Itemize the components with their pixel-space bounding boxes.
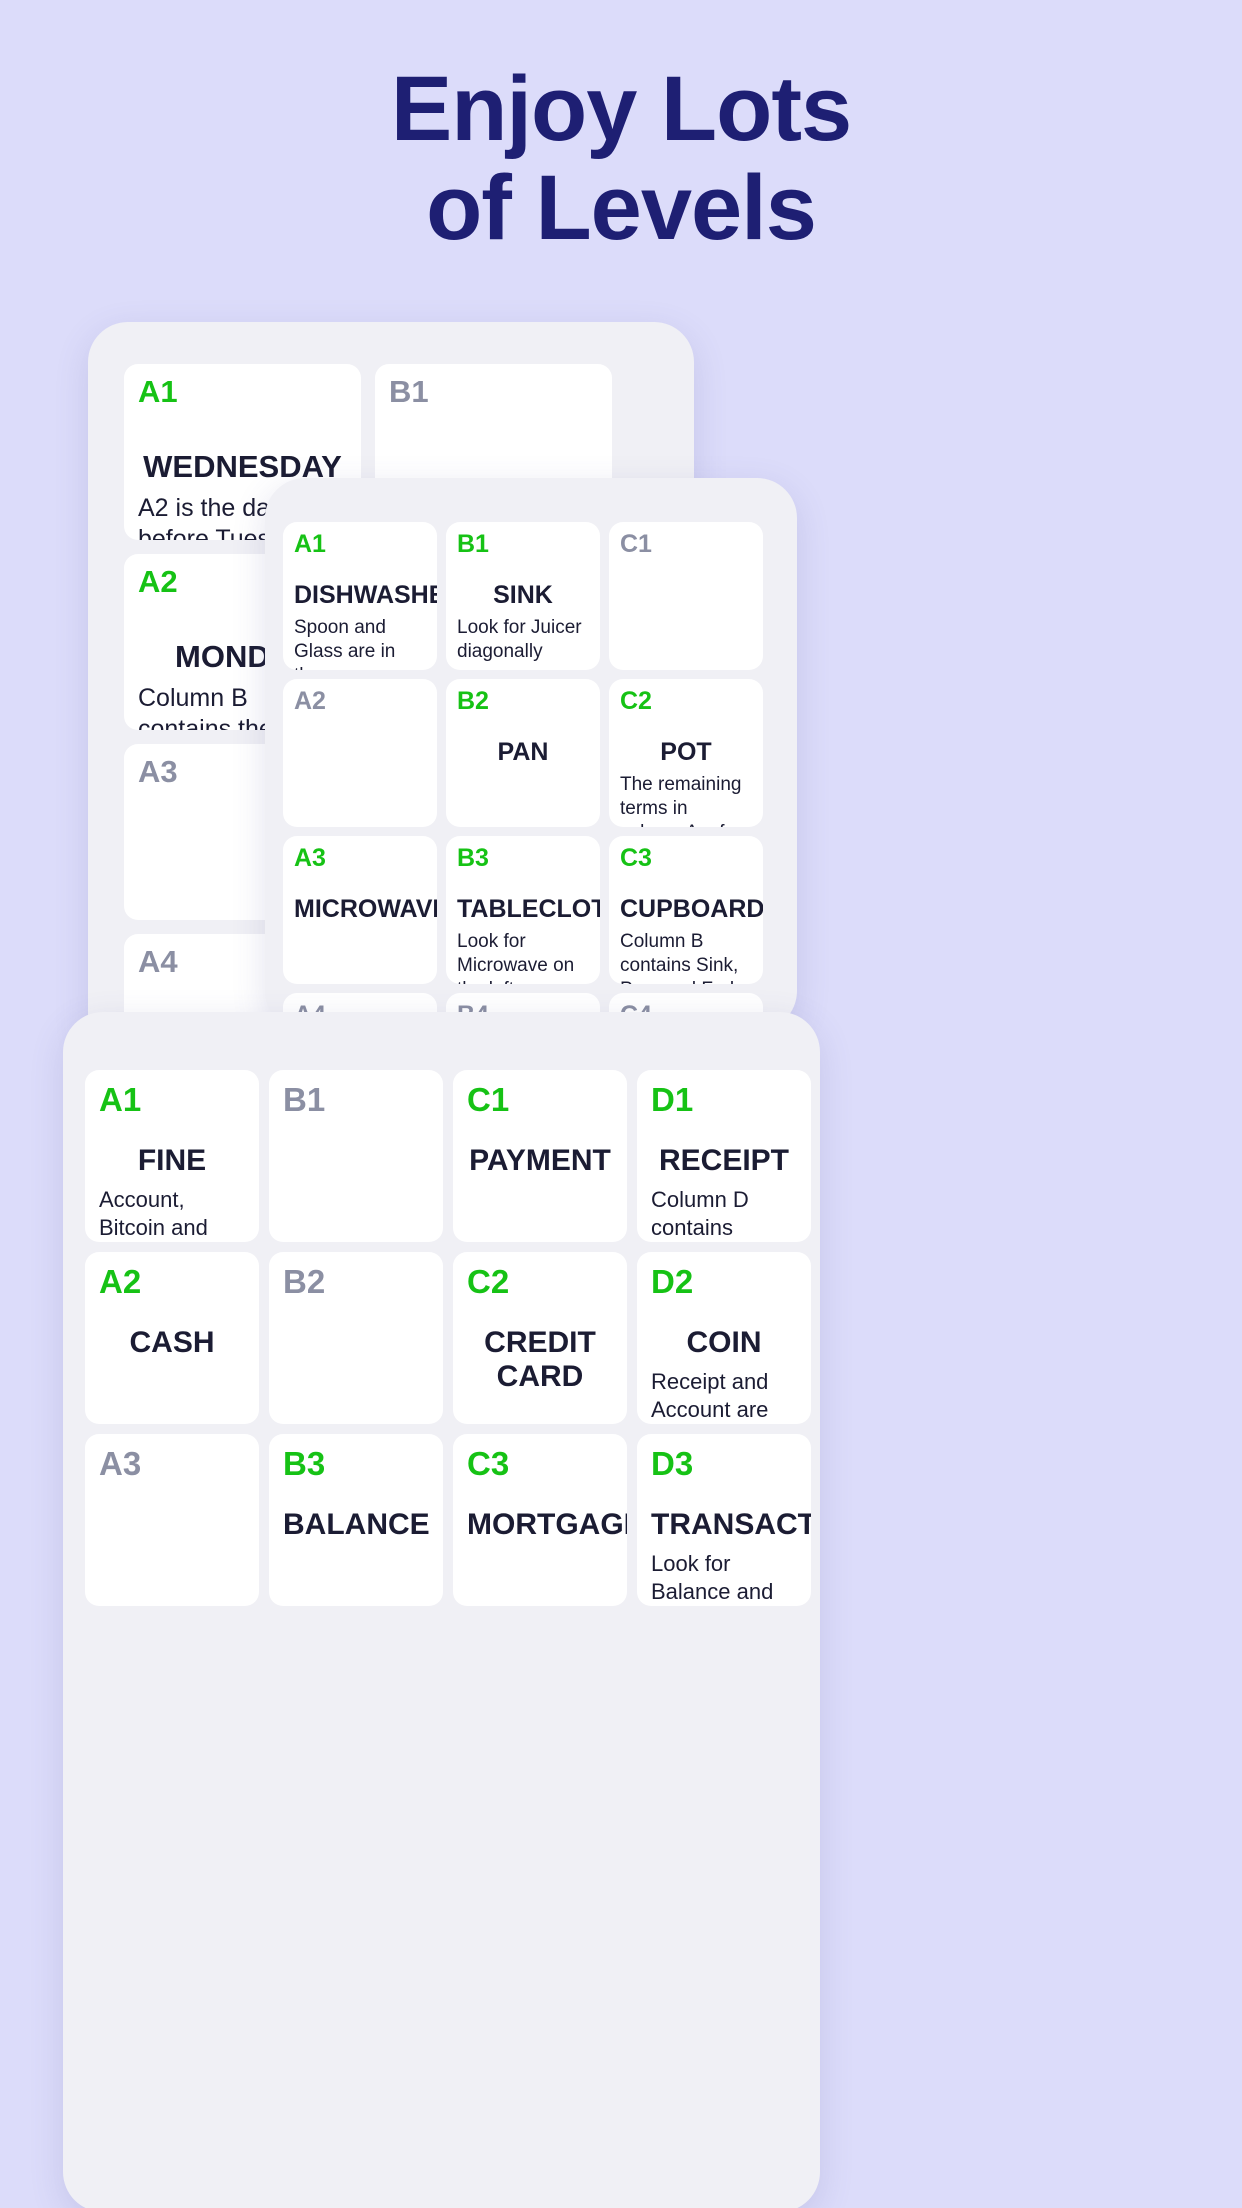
puzzle-cell-a2[interactable]: A2 CASH xyxy=(85,1252,259,1424)
puzzle-cell-d2[interactable]: D2 COIN Receipt and Account are somewhere … xyxy=(637,1252,811,1424)
cell-ref-label: A2 xyxy=(294,687,326,715)
puzzle-cell-b1[interactable]: B1 SINK Look for Juicer diagonally xyxy=(446,522,600,670)
puzzle-cell-d3[interactable]: D3 TRANSACTION Look for Balance and Barter… xyxy=(637,1434,811,1606)
cell-answer-word: PAN xyxy=(497,738,549,766)
cell-ref-label: A1 xyxy=(138,374,178,409)
cell-answer-word: PAYMENT xyxy=(469,1144,611,1177)
puzzle-cell-b2[interactable]: B2 xyxy=(269,1252,443,1424)
cell-answer-word: TABLECLOTH xyxy=(457,895,600,923)
cell-ref-label: B3 xyxy=(283,1445,326,1482)
cell-ref-label: B3 xyxy=(457,844,489,872)
cell-ref-label: A3 xyxy=(294,844,326,872)
cell-ref-label: B2 xyxy=(457,687,489,715)
cell-ref-label: C2 xyxy=(620,687,652,715)
cell-ref-label: C1 xyxy=(467,1081,510,1118)
page-title-line-1: Enjoy Lots xyxy=(390,58,852,160)
page-title: Enjoy Lots of Levels xyxy=(0,58,1242,260)
cell-ref-label: A2 xyxy=(99,1263,142,1300)
cell-hint-text: Receipt and Account are somewhere above … xyxy=(651,1369,769,1422)
puzzle-cell-a3[interactable]: A3 MICROWAVE xyxy=(283,836,437,984)
puzzle-cell-c1[interactable]: C1 xyxy=(609,522,763,670)
puzzle-grid-kitchen: A1 DISHWASHER Spoon and Glass are in the s… xyxy=(265,478,797,1031)
cell-answer-word: COIN xyxy=(686,1326,762,1359)
puzzle-cell-b1[interactable]: B1 xyxy=(269,1070,443,1242)
cell-answer-word: POT xyxy=(660,738,712,766)
cell-hint-text: Look for Balance and Barter in this row xyxy=(651,1551,774,1604)
cell-answer-word: FINE xyxy=(137,1144,207,1177)
cell-ref-label: B1 xyxy=(457,530,489,558)
puzzle-cell-b3[interactable]: B3 TABLECLOTH Look for Microwave on the le… xyxy=(446,836,600,984)
cell-answer-word: MORTGAGE xyxy=(467,1508,627,1541)
cell-answer-word: MICROWAVE xyxy=(294,895,437,923)
cell-ref-label: A3 xyxy=(99,1445,142,1482)
puzzle-cell-a1[interactable]: A1 FINE Account, Bitcoin and Broke are loc… xyxy=(85,1070,259,1242)
cell-ref-label: C3 xyxy=(467,1445,510,1482)
puzzle-cell-c1[interactable]: C1 PAYMENT xyxy=(453,1070,627,1242)
cell-answer-word: SINK xyxy=(493,581,553,609)
cell-ref-label: B2 xyxy=(283,1263,326,1300)
cell-hint-text: Account, Bitcoin and Broke are located d… xyxy=(99,1187,208,1240)
cell-hint-text: Column D contains Transaction xyxy=(651,1187,749,1240)
cell-answer-word: DISHWASHER xyxy=(294,581,437,609)
cell-answer-word: BALANCE xyxy=(283,1508,430,1541)
cell-ref-label: D2 xyxy=(651,1263,694,1300)
puzzle-cell-a2[interactable]: A2 xyxy=(283,679,437,827)
cell-ref-label: A1 xyxy=(99,1081,142,1118)
cell-ref-label: C2 xyxy=(467,1263,510,1300)
puzzle-cell-c2[interactable]: C2 POT The remaining terms in column A ref… xyxy=(609,679,763,827)
cell-ref-label: D1 xyxy=(651,1081,694,1118)
cell-hint-text: Column B contains Sink, Pan, and Fork xyxy=(620,931,739,984)
puzzle-cell-d1[interactable]: D1 RECEIPT Column D contains Transaction xyxy=(637,1070,811,1242)
puzzle-cell-a3[interactable]: A3 xyxy=(85,1434,259,1606)
cell-ref-label: C3 xyxy=(620,844,652,872)
cell-answer-word: TRANSACTION xyxy=(651,1508,811,1541)
puzzle-cell-b3[interactable]: B3 BALANCE xyxy=(269,1434,443,1606)
cell-answer-word: CREDIT CARD xyxy=(484,1326,596,1393)
cell-ref-label: B1 xyxy=(389,374,429,409)
cell-answer-word: CUPBOARD xyxy=(620,895,763,923)
cell-hint-text: Look for Microwave on the left xyxy=(457,931,575,984)
cell-ref-label: A1 xyxy=(294,530,326,558)
page-title-line-2: of Levels xyxy=(426,157,817,260)
cell-answer-word: RECEIPT xyxy=(658,1144,790,1177)
puzzle-cell-c3[interactable]: C3 CUPBOARD Column B contains Sink, Pan, a… xyxy=(609,836,763,984)
puzzle-grid-finance: A1 FINE Account, Bitcoin and Broke are loc… xyxy=(63,1012,820,1606)
level-card-kitchen[interactable]: A1 DISHWASHER Spoon and Glass are in the s… xyxy=(265,478,797,1031)
puzzle-cell-c2[interactable]: C2 CREDIT CARD xyxy=(453,1252,627,1424)
cell-ref-label: C1 xyxy=(620,530,652,558)
cell-ref-label: B1 xyxy=(283,1081,326,1118)
cell-hint-text: The remaining terms in column A refer to… xyxy=(620,774,742,827)
cell-answer-word: CASH xyxy=(129,1326,215,1359)
puzzle-cell-c3[interactable]: C3 MORTGAGE xyxy=(453,1434,627,1606)
level-card-finance[interactable]: A1 FINE Account, Bitcoin and Broke are loc… xyxy=(63,1012,820,2208)
puzzle-cell-b2[interactable]: B2 PAN xyxy=(446,679,600,827)
puzzle-cell-a1[interactable]: A1 DISHWASHER Spoon and Glass are in the s… xyxy=(283,522,437,670)
cell-ref-label: D3 xyxy=(651,1445,694,1482)
app-stage: Enjoy Lots of Levels A1 WEDNESDAY A2 is th… xyxy=(0,0,1242,2208)
cell-hint-text: Look for Juicer diagonally xyxy=(457,617,582,662)
cell-hint-text: Spoon and Glass are in the same row xyxy=(294,617,408,670)
